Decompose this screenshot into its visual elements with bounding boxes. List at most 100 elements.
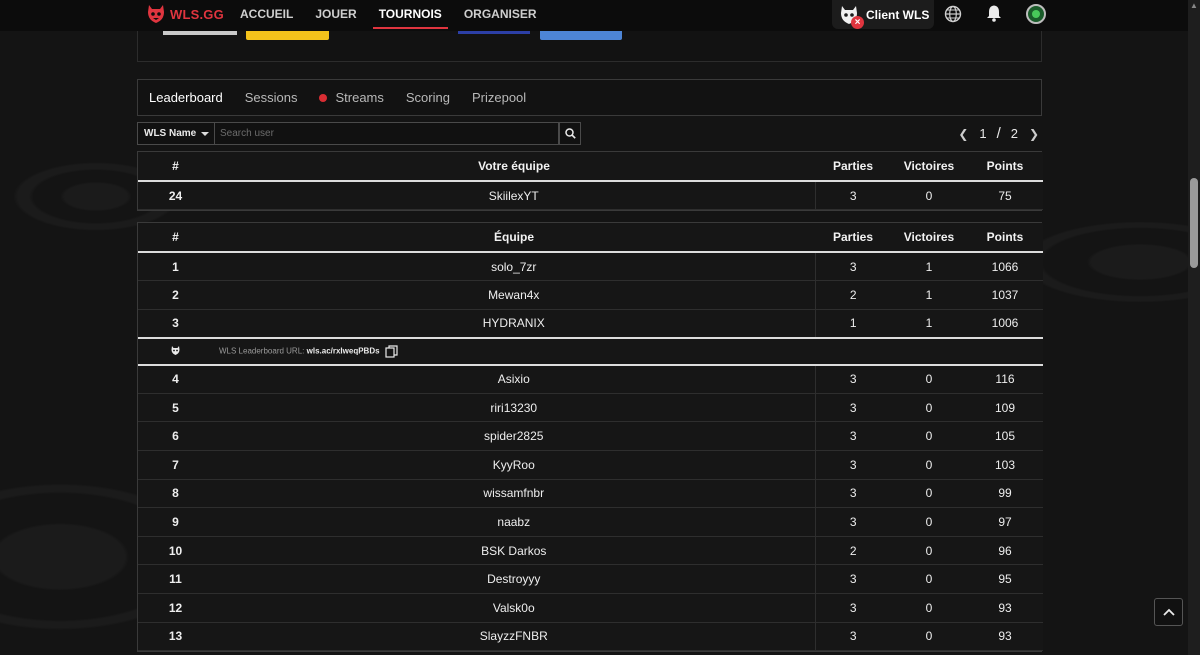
globe-icon[interactable] xyxy=(944,5,962,23)
copy-icon[interactable] xyxy=(385,345,398,358)
points-cell: 1066 xyxy=(967,252,1043,282)
table-row[interactable]: 5 riri13230 3 0 109 xyxy=(138,393,1043,423)
team-cell: HYDRANIX xyxy=(213,309,816,339)
wls-logo-icon xyxy=(171,345,180,355)
team-cell: Asixio xyxy=(213,364,816,394)
tab-scoring[interactable]: Scoring xyxy=(406,90,450,105)
search-button[interactable] xyxy=(559,122,581,145)
leaderboard-table: # Équipe Parties Victoires Points 1 solo… xyxy=(138,223,1043,652)
chevron-up-icon xyxy=(1162,608,1175,616)
points-cell: 109 xyxy=(967,393,1043,423)
pager-current[interactable]: 1 xyxy=(971,126,994,141)
table-row[interactable]: 8 wissamfnbr 3 0 99 xyxy=(138,479,1043,509)
back-to-top-button[interactable] xyxy=(1154,598,1183,626)
brand-name: WLS.GG xyxy=(170,6,224,22)
tab-streams[interactable]: Streams xyxy=(319,90,384,105)
leaderboard-url-link[interactable]: wls.ac/rxIweqPBDs xyxy=(307,346,380,355)
pager-total[interactable]: 2 xyxy=(1003,126,1026,141)
parties-cell: 3 xyxy=(815,507,891,537)
header-parties: Parties xyxy=(815,152,891,182)
parties-cell: 3 xyxy=(815,479,891,509)
nav-link-accueil[interactable]: ACCUEIL xyxy=(240,0,293,31)
points-cell: 93 xyxy=(967,622,1043,652)
wls-name-select[interactable]: WLS Name xyxy=(137,122,215,145)
parties-cell: 3 xyxy=(815,421,891,452)
team-cell: Valsk0o xyxy=(213,593,816,623)
tab-sessions[interactable]: Sessions xyxy=(245,90,298,105)
parties-cell: 3 xyxy=(815,393,891,423)
parties-cell: 3 xyxy=(815,252,891,282)
search-input[interactable] xyxy=(215,122,559,145)
rank-cell: 24 xyxy=(138,181,213,211)
my-team-header-row: # Votre équipe Parties Victoires Points xyxy=(138,152,1043,182)
parties-cell: 2 xyxy=(815,536,891,566)
points-cell: 1037 xyxy=(967,280,1043,310)
table-row[interactable]: 4 Asixio 3 0 116 xyxy=(138,364,1043,394)
table-row[interactable]: 11 Destroyyy 3 0 95 xyxy=(138,564,1043,595)
table-row[interactable]: 12 Valsk0o 3 0 93 xyxy=(138,593,1043,623)
table-row[interactable]: 13 SlayzzFNBR 3 0 93 xyxy=(138,622,1043,652)
parties-cell: 2 xyxy=(815,280,891,310)
blue-action-button[interactable] xyxy=(540,30,622,40)
my-team-table: # Votre équipe Parties Victoires Points … xyxy=(138,152,1043,211)
table-row[interactable]: 3 HYDRANIX 1 1 1006 xyxy=(138,309,1043,339)
nav-link-tournois[interactable]: TOURNOIS xyxy=(372,0,448,31)
parties-cell: 3 xyxy=(815,364,891,394)
victoires-cell: 1 xyxy=(891,280,967,310)
nav-link-jouer[interactable]: JOUER xyxy=(315,0,356,31)
scrollbar-thumb[interactable] xyxy=(1190,178,1198,268)
chevron-right-icon[interactable]: ❯ xyxy=(1026,127,1042,141)
yellow-action-button[interactable] xyxy=(246,30,329,40)
tab-prizepool[interactable]: Prizepool xyxy=(472,90,526,105)
filter-row: WLS Name ❮ 1 / 2 ❯ xyxy=(137,122,1042,145)
leaderboard-url-text: WLS Leaderboard URL: wls.ac/rxIweqPBDs xyxy=(219,346,382,355)
rank-cell: 10 xyxy=(138,536,213,566)
page-scrollbar[interactable]: ▲ xyxy=(1188,0,1200,655)
tab-streams-label: Streams xyxy=(335,90,384,105)
nav-link-organiser[interactable]: ORGANISER xyxy=(464,0,537,31)
table-row[interactable]: 2 Mewan4x 2 1 1037 xyxy=(138,280,1043,310)
scroll-up-arrow-icon[interactable]: ▲ xyxy=(1188,0,1200,12)
rank-cell: 9 xyxy=(138,507,213,537)
rank-cell: 3 xyxy=(138,309,213,339)
victoires-cell: 0 xyxy=(891,450,967,480)
table-row[interactable]: 1 solo_7zr 3 1 1066 xyxy=(138,252,1043,282)
chevron-left-icon[interactable]: ❮ xyxy=(955,127,971,141)
victoires-cell: 0 xyxy=(891,564,967,595)
my-team-row[interactable]: 24 SkiilexYT 3 0 75 xyxy=(138,181,1043,211)
rank-cell: 6 xyxy=(138,421,213,452)
table-row[interactable]: 7 KyyRoo 3 0 103 xyxy=(138,450,1043,480)
header-rank: # xyxy=(138,223,213,253)
victoires-cell: 0 xyxy=(891,181,967,211)
tab-leaderboard[interactable]: Leaderboard xyxy=(149,90,223,105)
live-dot-icon xyxy=(319,93,328,102)
team-cell: SlayzzFNBR xyxy=(213,622,816,652)
victoires-cell: 0 xyxy=(891,536,967,566)
table-row[interactable]: 10 BSK Darkos 2 0 96 xyxy=(138,536,1043,566)
client-wls-button[interactable]: × Client WLS xyxy=(832,0,934,29)
brand[interactable]: WLS.GG xyxy=(146,3,224,25)
victoires-cell: 0 xyxy=(891,593,967,623)
wls-name-select-label: WLS Name xyxy=(144,128,197,139)
rank-cell: 1 xyxy=(138,252,213,282)
team-cell: Mewan4x xyxy=(213,280,816,310)
table-row[interactable]: 9 naabz 3 0 97 xyxy=(138,507,1043,537)
header-rank: # xyxy=(138,152,213,182)
main-nav-links: ACCUEIL JOUER TOURNOIS ORGANISER xyxy=(240,0,559,31)
parties-cell: 3 xyxy=(815,593,891,623)
team-cell: solo_7zr xyxy=(213,252,816,282)
header-parties: Parties xyxy=(815,223,891,253)
rank-cell: 12 xyxy=(138,593,213,623)
points-cell: 116 xyxy=(967,364,1043,394)
leaderboard-table-box: # Équipe Parties Victoires Points 1 solo… xyxy=(137,222,1043,653)
points-cell: 95 xyxy=(967,564,1043,595)
leaderboard-url-row: WLS Leaderboard URL: wls.ac/rxIweqPBDs xyxy=(138,336,1043,366)
pagination: ❮ 1 / 2 ❯ xyxy=(955,122,1042,145)
bell-icon[interactable] xyxy=(985,4,1003,22)
victoires-cell: 0 xyxy=(891,622,967,652)
points-cell: 97 xyxy=(967,507,1043,537)
user-avatar[interactable] xyxy=(1026,4,1046,24)
client-wls-label: Client WLS xyxy=(866,7,930,22)
table-row[interactable]: 6 spider2825 3 0 105 xyxy=(138,421,1043,452)
points-cell: 93 xyxy=(967,593,1043,623)
